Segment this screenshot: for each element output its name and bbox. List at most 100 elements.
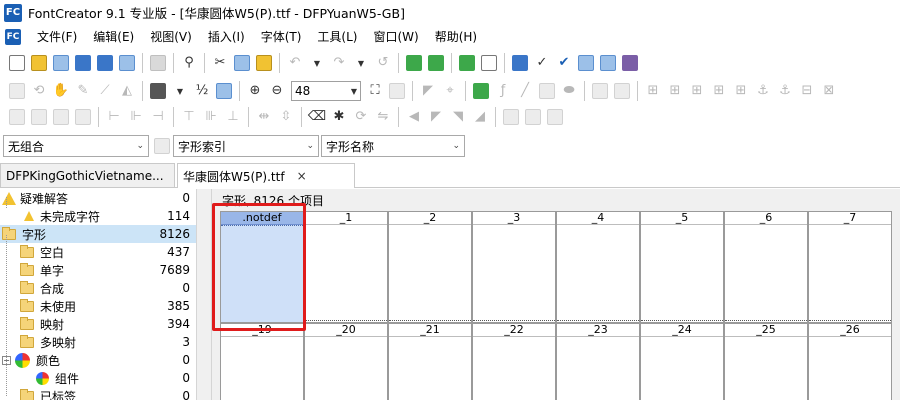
menu-view[interactable]: 视图(V)	[142, 25, 200, 49]
properties-button[interactable]	[510, 53, 530, 73]
index-select[interactable]: 字形索引 ⌄	[173, 135, 319, 157]
align-bottom-button[interactable]: ⊥	[223, 107, 243, 127]
knife-tool-button[interactable]: ⟋	[95, 81, 115, 101]
tree-item-multi-mapped[interactable]: 多映射 3	[0, 333, 196, 351]
paste-button[interactable]	[254, 53, 274, 73]
glyph-cell[interactable]: _21	[388, 323, 472, 400]
panel-splitter[interactable]	[196, 189, 212, 400]
dfp-button[interactable]: ⊟	[797, 81, 817, 101]
find-button[interactable]: ⚲	[179, 53, 199, 73]
line-button[interactable]: ╱	[515, 81, 535, 101]
glyph-cell[interactable]: _4	[556, 211, 640, 323]
menu-tools[interactable]: 工具(L)	[309, 25, 365, 49]
insert-glyph-button[interactable]	[426, 53, 446, 73]
merge-button[interactable]	[7, 107, 27, 127]
menu-edit[interactable]: 编辑(E)	[85, 25, 142, 49]
tree-item-mapped[interactable]: 映射 394	[0, 315, 196, 333]
spellcheck-button[interactable]: ✓	[532, 53, 552, 73]
cut-button[interactable]: ✂	[210, 53, 230, 73]
glyph-cell[interactable]: _1	[304, 211, 388, 323]
undo-dropdown-button[interactable]: ▼	[307, 53, 327, 73]
zoom-out-button[interactable]: ⊖	[267, 81, 287, 101]
copy-button[interactable]	[232, 53, 252, 73]
ungroup-button[interactable]	[523, 107, 543, 127]
glyph-cell[interactable]: _6	[724, 211, 808, 323]
pen-tool-button[interactable]: ✎	[73, 81, 93, 101]
union-button[interactable]	[29, 107, 49, 127]
hinting-button[interactable]: ⊠	[819, 81, 839, 101]
tree-item-color[interactable]: − 颜色 0	[0, 351, 196, 369]
guide-3-button[interactable]: ⊞	[687, 81, 707, 101]
arrow-dr-button[interactable]: ◢	[470, 107, 490, 127]
redo-dropdown-button[interactable]: ▼	[351, 53, 371, 73]
intersect-button[interactable]	[73, 107, 93, 127]
select-tool-button[interactable]	[7, 81, 27, 101]
tree-item-tagged[interactable]: 已标签 0	[0, 387, 196, 400]
next-glyph-button[interactable]	[612, 81, 632, 101]
save-button[interactable]	[73, 53, 93, 73]
name-select[interactable]: 字形名称 ⌄	[321, 135, 465, 157]
preview-button[interactable]	[576, 53, 596, 73]
new-glyph-button[interactable]	[404, 53, 424, 73]
glyph-mode-button[interactable]	[152, 136, 172, 156]
lock-button[interactable]	[545, 107, 565, 127]
menu-help[interactable]: 帮助(H)	[427, 25, 485, 49]
tree-item-component[interactable]: 组件 0	[0, 369, 196, 387]
tree-item-blank[interactable]: 空白 437	[0, 243, 196, 261]
tab-huakang[interactable]: 华康圆体W5(P).ttf ×	[177, 163, 355, 188]
export-button[interactable]	[117, 53, 137, 73]
group-button[interactable]	[501, 107, 521, 127]
bug-button[interactable]: ✱	[329, 107, 349, 127]
group-select[interactable]: 无组合 ⌄	[3, 135, 149, 157]
arrow-left-button[interactable]: ◀	[404, 107, 424, 127]
align-top-button[interactable]: ⊤	[179, 107, 199, 127]
trace-button[interactable]: ƒ	[493, 81, 513, 101]
distribute-h-button[interactable]: ⇹	[254, 107, 274, 127]
glyph-cell[interactable]: _25	[724, 323, 808, 400]
glyph-cell[interactable]: _22	[472, 323, 556, 400]
tree-item-glyphs[interactable]: 字形 8126	[0, 225, 196, 243]
glyph-cell[interactable]: _7	[808, 211, 892, 323]
glyph-cell[interactable]: _2	[388, 211, 472, 323]
arrow-ul-button[interactable]: ◤	[426, 107, 446, 127]
tree-item-unused[interactable]: 未使用 385	[0, 297, 196, 315]
subtract-button[interactable]	[51, 107, 71, 127]
pointer-button[interactable]: ◤	[418, 81, 438, 101]
tree-item-composite[interactable]: 合成 0	[0, 279, 196, 297]
image-button[interactable]	[471, 81, 491, 101]
menu-window[interactable]: 窗口(W)	[365, 25, 426, 49]
glyph-cell[interactable]: _3	[472, 211, 556, 323]
redo-button[interactable]: ↷	[329, 53, 349, 73]
glyph-cell[interactable]: _20	[304, 323, 388, 400]
ellipse-button[interactable]: ⬬	[559, 81, 579, 101]
close-icon[interactable]: ×	[297, 169, 307, 183]
flip-button[interactable]: ⇋	[373, 107, 393, 127]
rotate-button[interactable]: ⟳	[351, 107, 371, 127]
hand-tool-button[interactable]: ✋	[51, 81, 71, 101]
guide-4-button[interactable]: ⊞	[709, 81, 729, 101]
fit-button[interactable]: ⛶	[365, 81, 385, 101]
save-all-button[interactable]	[95, 53, 115, 73]
menu-file[interactable]: 文件(F)	[29, 25, 85, 49]
open-button[interactable]	[29, 53, 49, 73]
zoom-in-button[interactable]: ⊕	[245, 81, 265, 101]
undo-button[interactable]: ↶	[285, 53, 305, 73]
zoom-select[interactable]: 48 ▼	[291, 81, 361, 101]
repeat-button[interactable]: ↺	[373, 53, 393, 73]
report-button[interactable]	[598, 53, 618, 73]
text-tool-button[interactable]	[479, 53, 499, 73]
glyph-cell[interactable]: _19	[220, 323, 304, 400]
align-middle-button[interactable]: ⊪	[201, 107, 221, 127]
new-file-button[interactable]	[7, 53, 27, 73]
guide-2-button[interactable]: ⊞	[665, 81, 685, 101]
align-center-button[interactable]: ⊩	[126, 107, 146, 127]
prev-glyph-button[interactable]	[590, 81, 610, 101]
menu-font[interactable]: 字体(T)	[253, 25, 310, 49]
align-right-button[interactable]: ⊣	[148, 107, 168, 127]
node-button[interactable]: ⌖	[440, 81, 460, 101]
arrow-ur-button[interactable]: ◥	[448, 107, 468, 127]
tree-item-incomplete[interactable]: 未完成字符 114	[0, 207, 196, 225]
guide-1-button[interactable]: ⊞	[643, 81, 663, 101]
align-left-button[interactable]: ⊢	[104, 107, 124, 127]
install-button[interactable]	[620, 53, 640, 73]
